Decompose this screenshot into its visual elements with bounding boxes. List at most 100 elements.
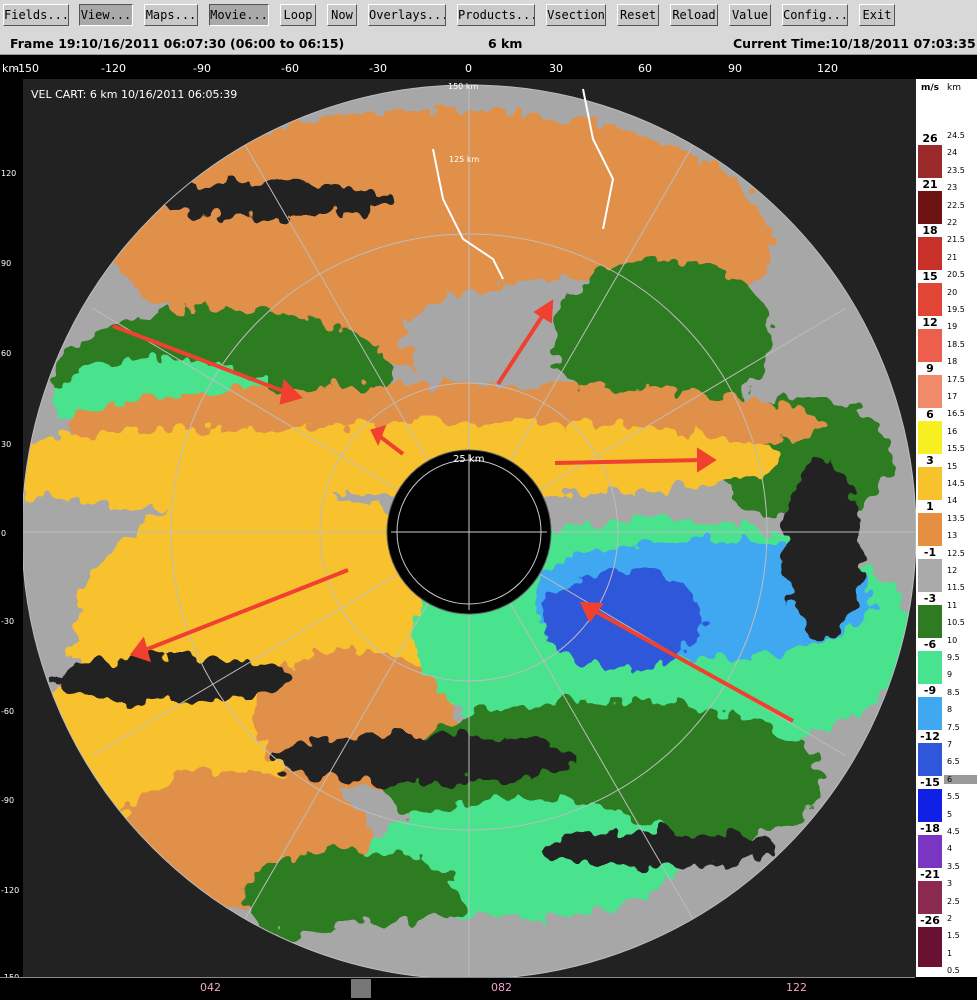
height-tick[interactable]: 10.5 <box>947 618 965 627</box>
height-tick[interactable]: 21 <box>947 253 957 262</box>
height-tick[interactable]: 6 <box>944 774 977 784</box>
height-tick[interactable]: 23.5 <box>947 166 965 175</box>
toolbar: Fields... View... Maps... Movie... Loop … <box>0 0 977 33</box>
bottom-bar-divider <box>0 977 915 978</box>
height-tick[interactable]: 18.5 <box>947 340 965 349</box>
top-axis-tick: 0 <box>465 62 472 75</box>
height-tick[interactable]: 5.5 <box>947 792 960 801</box>
height-tick[interactable]: 11 <box>947 601 957 610</box>
height-tick[interactable]: 3.5 <box>947 862 960 871</box>
view-button[interactable]: View... <box>79 4 133 26</box>
height-tick[interactable]: 24.5 <box>947 131 965 140</box>
colorbar-label: 6 <box>918 408 942 421</box>
products-button[interactable]: Products... <box>457 4 535 26</box>
height-tick[interactable]: 20 <box>947 288 957 297</box>
height-tick[interactable]: 2.5 <box>947 897 960 906</box>
height-tick[interactable]: 17 <box>947 392 957 401</box>
maps-button[interactable]: Maps... <box>144 4 198 26</box>
top-axis-tick: -150 <box>14 62 39 75</box>
colorbar-label: -15 <box>918 776 942 789</box>
left-axis-tick: -60 <box>1 707 15 716</box>
left-axis-tick: 30 <box>1 440 12 449</box>
ring-label: 25 km <box>453 454 484 465</box>
value-button[interactable]: Value <box>729 4 771 26</box>
no-data-band-east <box>783 459 863 639</box>
height-tick[interactable]: 14 <box>947 496 957 505</box>
config-button[interactable]: Config... <box>782 4 848 26</box>
top-axis-tick: 60 <box>638 62 652 75</box>
height-tick[interactable]: 19 <box>947 322 957 331</box>
height-tick[interactable]: 4 <box>947 844 952 853</box>
time-slider-thumb[interactable] <box>351 979 371 998</box>
height-tick[interactable]: 19.5 <box>947 305 965 314</box>
height-tick[interactable]: 0.5 <box>947 966 960 975</box>
height-tick[interactable]: 3 <box>947 879 952 888</box>
height-tick[interactable]: 16.5 <box>947 409 965 418</box>
height-tick[interactable]: 8.5 <box>947 688 960 697</box>
height-tick[interactable]: 21.5 <box>947 235 965 244</box>
height-tick[interactable]: 9 <box>947 670 952 679</box>
height-tick[interactable]: 15.5 <box>947 444 965 453</box>
height-tick[interactable]: 9.5 <box>947 653 960 662</box>
vsection-button[interactable]: Vsection <box>546 4 606 26</box>
colorbar-label: -26 <box>918 914 942 927</box>
fields-button[interactable]: Fields... <box>3 4 69 26</box>
movie-button[interactable]: Movie... <box>209 4 269 26</box>
colorbar-label: -12 <box>918 730 942 743</box>
exit-button[interactable]: Exit <box>859 4 895 26</box>
height-label: 6 km <box>488 36 523 51</box>
overlays-button[interactable]: Overlays... <box>368 4 446 26</box>
no-data-band-southeast <box>543 831 783 867</box>
height-tick[interactable]: 14.5 <box>947 479 965 488</box>
left-axis-tick: 0 <box>1 529 7 538</box>
height-tick[interactable]: 7 <box>947 740 952 749</box>
colorbar-label: -9 <box>918 684 942 697</box>
ring-label: 125 km <box>449 155 479 164</box>
radar-plot-area[interactable]: VEL CART: 6 km 10/16/2011 06:05:39 25 km… <box>23 79 916 977</box>
current-time-label: Current Time:10/18/2011 07:03:35 <box>733 36 976 51</box>
top-axis-tick: 120 <box>817 62 838 75</box>
time-label: 082 <box>491 981 512 994</box>
height-tick[interactable]: 24 <box>947 148 957 157</box>
top-axis-tick: -30 <box>369 62 387 75</box>
height-tick[interactable]: 5 <box>947 810 952 819</box>
left-axis-tick: 60 <box>1 349 12 358</box>
height-tick[interactable]: 6.5 <box>947 757 960 766</box>
height-tick[interactable]: 12.5 <box>947 549 965 558</box>
height-tick[interactable]: 4.5 <box>947 827 960 836</box>
height-tick[interactable]: 1 <box>947 949 952 958</box>
radar-image[interactable]: VEL CART: 6 km 10/16/2011 06:05:39 25 km… <box>23 79 916 977</box>
height-tick[interactable]: 12 <box>947 566 957 575</box>
top-axis-tick: 30 <box>549 62 563 75</box>
height-tick[interactable]: 22.5 <box>947 201 965 210</box>
now-button[interactable]: Now <box>327 4 357 26</box>
top-axis-tick: -90 <box>193 62 211 75</box>
height-tick[interactable]: 17.5 <box>947 375 965 384</box>
no-data-band-southwest <box>53 657 293 701</box>
height-tick[interactable]: 18 <box>947 357 957 366</box>
time-label: 042 <box>200 981 221 994</box>
frame-label: Frame 19:10/16/2011 06:07:30 <box>10 36 226 51</box>
status-bar: Frame 19:10/16/2011 06:07:30 (06:00 to 0… <box>0 33 977 55</box>
height-tick[interactable]: 22 <box>947 218 957 227</box>
height-tick[interactable]: 8 <box>947 705 952 714</box>
height-tick[interactable]: 11.5 <box>947 583 965 592</box>
height-tick[interactable]: 16 <box>947 427 957 436</box>
height-tick[interactable]: 13 <box>947 531 957 540</box>
colorbar-label: 18 <box>918 224 942 237</box>
height-tick[interactable]: 1.5 <box>947 931 960 940</box>
time-label: 122 <box>786 981 807 994</box>
height-tick[interactable]: 15 <box>947 462 957 471</box>
height-tick[interactable]: 7.5 <box>947 723 960 732</box>
height-tick[interactable]: 2 <box>947 914 952 923</box>
height-tick[interactable]: 20.5 <box>947 270 965 279</box>
top-axis-tick: 90 <box>728 62 742 75</box>
height-selector[interactable]: km 24.5 24 23.5 23 22.5 22 21.5 21 20.5 20 19.5 19 1… <box>944 79 977 993</box>
loop-button[interactable]: Loop <box>280 4 316 26</box>
reset-button[interactable]: Reset <box>617 4 659 26</box>
reload-button[interactable]: Reload <box>670 4 718 26</box>
height-tick[interactable]: 10 <box>947 636 957 645</box>
height-tick[interactable]: 13.5 <box>947 514 965 523</box>
colorbar-label: 1 <box>918 500 942 513</box>
height-tick[interactable]: 23 <box>947 183 957 192</box>
